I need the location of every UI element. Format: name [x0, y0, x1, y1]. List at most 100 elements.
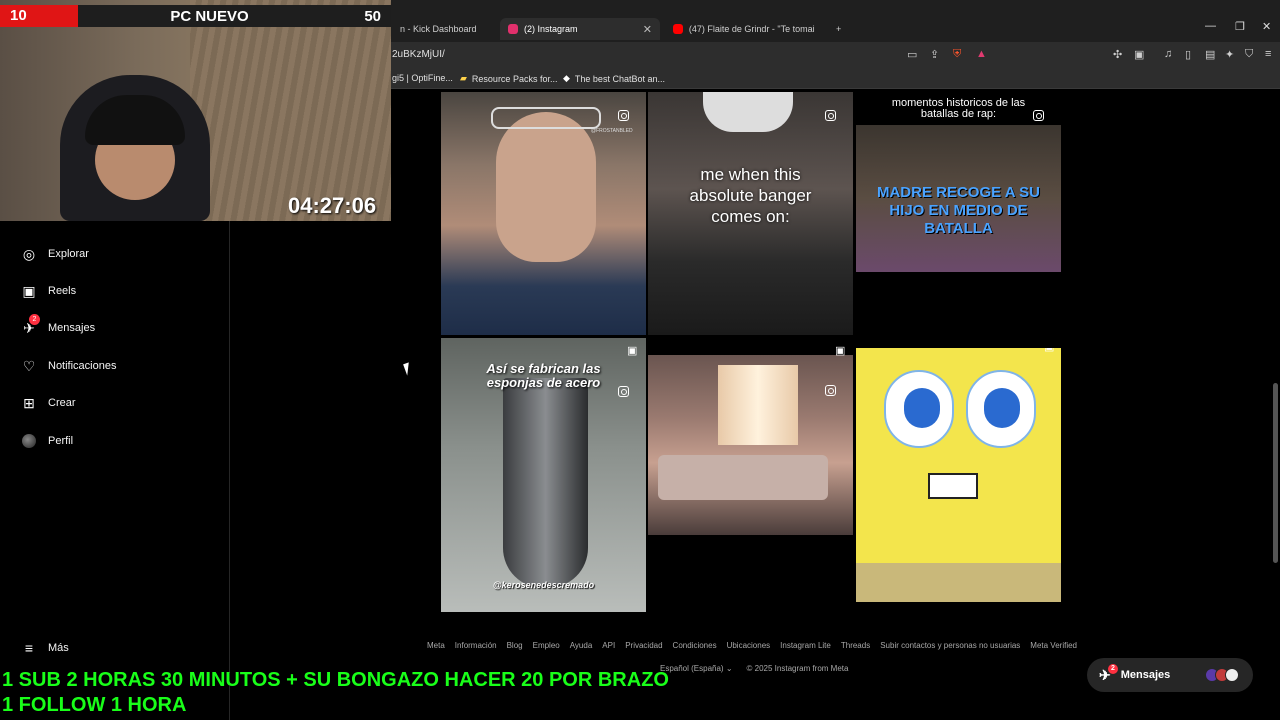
heart-icon: ♡ — [22, 357, 36, 374]
post-teeth — [928, 473, 978, 499]
minimize-icon[interactable]: — — [1205, 20, 1216, 32]
language-select[interactable]: Español (España) ⌄ — [660, 664, 733, 673]
sidebar-item-mensajes[interactable]: ✈ 2 Mensajes — [20, 314, 96, 337]
close-window-icon[interactable]: ✕ — [1262, 20, 1271, 33]
tab-label: (47) Flaite de Grindr - "Te tomai tu te — [688, 24, 817, 34]
score-right: 50 — [364, 7, 381, 25]
footer-link[interactable]: Privacidad — [625, 641, 662, 650]
footer-meta: Español (España) ⌄ © 2025 Instagram from… — [660, 664, 848, 673]
footer-link[interactable]: Meta — [427, 641, 445, 650]
sidebar-item-label: Perfil — [48, 435, 74, 447]
brave-rewards-icon[interactable]: ▲ — [976, 48, 987, 60]
plus-square-icon: ⊞ — [23, 394, 35, 411]
reels-icon: ▣ — [627, 345, 638, 357]
tab-label: (2) Instagram — [524, 24, 578, 34]
footer-link[interactable]: API — [602, 641, 615, 650]
post-bed — [658, 455, 828, 500]
instagram-icon — [825, 385, 836, 396]
bookmark-optifine[interactable]: gi5 | OptiFine... — [392, 73, 453, 83]
brave-shield-icon[interactable]: ⛨ — [953, 48, 961, 61]
post-face — [496, 112, 596, 262]
messages-pill-button[interactable]: ✈ 2 Mensajes — [1087, 658, 1253, 692]
sidebar-icon[interactable]: ▯ — [1185, 48, 1191, 61]
youtube-favicon-icon — [673, 24, 683, 34]
score-left: 10 — [0, 5, 78, 27]
sidebar-item-label: Notificaciones — [48, 360, 117, 372]
sidebar-item-label: Más — [48, 642, 69, 654]
instagram-icon — [1033, 110, 1044, 121]
footer-link[interactable]: Información — [455, 641, 497, 650]
sidebar-item-label: Reels — [48, 285, 77, 297]
bookmark-resource-packs[interactable]: ▰ Resource Packs for... — [460, 73, 557, 84]
footer-link[interactable]: Meta Verified — [1030, 641, 1077, 650]
extensions-icon[interactable]: ✣ — [1113, 48, 1122, 61]
instagram-icon — [825, 110, 836, 121]
footer-link[interactable]: Threads — [841, 641, 870, 650]
footer-link[interactable]: Instagram Lite — [780, 641, 831, 650]
instagram-favicon-icon — [508, 24, 518, 34]
copyright: © 2025 Instagram from Meta — [746, 664, 849, 673]
sidebar-item-crear[interactable]: ⊞ Crear — [20, 394, 75, 412]
share-icon[interactable]: ⇪ — [930, 48, 939, 61]
footer-link[interactable]: Blog — [507, 641, 523, 650]
tab-label: n - Kick Dashboard — [400, 24, 477, 34]
sidebar-item-perfil[interactable]: Perfil — [20, 432, 73, 450]
score-bar: 10 PC NUEVO 50 — [0, 5, 391, 27]
grid-post[interactable]: @FROSTANBLED — [441, 92, 646, 335]
post-caption-top: momentos historicos de las batallas de r… — [891, 97, 1026, 120]
wallet-icon[interactable]: ▤ — [1205, 48, 1215, 61]
leo-icon[interactable]: ✦ — [1225, 48, 1234, 61]
footer-link[interactable]: Empleo — [533, 641, 560, 650]
post-steel-cylinder — [503, 378, 588, 588]
footer-link[interactable]: Subir contactos y personas no usuarias — [880, 641, 1020, 650]
menu-icon[interactable]: ≡ — [1265, 48, 1271, 60]
instagram-sidebar: ◎ Explorar ▣ Reels ✈ 2 Mensajes ♡ Notific… — [0, 221, 230, 720]
post-caption: Así se fabrican las esponjas de acero — [486, 361, 601, 390]
grid-post[interactable]: Así se fabrican las esponjas de acero ▣ … — [441, 338, 646, 612]
folder-icon: ▰ — [460, 73, 467, 83]
page-scrollbar[interactable] — [1273, 383, 1278, 563]
footer-link[interactable]: Ubicaciones — [727, 641, 771, 650]
tab-kick-dashboard[interactable]: n - Kick Dashboard — [392, 18, 500, 40]
chevron-down-icon: ⌄ — [725, 664, 733, 673]
compass-icon: ◎ — [22, 245, 36, 262]
messages-pill-label: Mensajes — [1120, 669, 1171, 681]
sidebar-item-explorar[interactable]: ◎ Explorar — [20, 245, 89, 263]
tab-youtube[interactable]: (47) Flaite de Grindr - "Te tomai tu te — [665, 18, 825, 40]
stream-ticker-line1: 1 SUB 2 HORAS 30 MINUTOS + SU BONGAZO HA… — [2, 669, 669, 691]
post-watermark: @kerosenedescremado — [492, 580, 595, 590]
url-field[interactable]: 2uBKzMjUI/ — [392, 49, 445, 60]
avatar — [22, 434, 36, 448]
instagram-icon — [618, 386, 629, 397]
maximize-icon[interactable]: ❐ — [1235, 20, 1245, 33]
close-tab-icon[interactable]: ✕ — [643, 23, 652, 36]
grid-post[interactable]: me when this absolute banger comes on: — [648, 92, 853, 335]
notification-badge: 2 — [29, 314, 40, 325]
stream-ticker-line2: 1 FOLLOW 1 HORA — [2, 694, 187, 716]
notification-badge: 2 — [1108, 664, 1118, 674]
tab-search-icon[interactable]: ▣ — [1134, 48, 1144, 61]
tab-instagram[interactable]: (2) Instagram ✕ — [500, 18, 660, 40]
footer-links: Meta Información Blog Empleo Ayuda API P… — [427, 641, 1077, 650]
post-glasses — [491, 107, 601, 129]
grid-post[interactable] — [648, 355, 853, 535]
footer-link[interactable]: Condiciones — [673, 641, 717, 650]
music-icon[interactable]: ♫ — [1164, 48, 1172, 60]
mouse-cursor-icon — [403, 362, 413, 376]
sidebar-item-notificaciones[interactable]: ♡ Notificaciones — [20, 357, 117, 375]
post-person — [703, 92, 793, 132]
bookmark-chatbot[interactable]: ◆ The best ChatBot an... — [563, 73, 665, 84]
instagram-icon — [618, 110, 629, 121]
grid-post[interactable]: momentos historicos de las batallas de r… — [856, 92, 1061, 272]
vpn-icon[interactable]: ⛉ — [1245, 48, 1253, 61]
install-icon[interactable]: ▭ — [907, 48, 917, 61]
new-tab-button[interactable]: + — [828, 18, 849, 40]
sidebar-item-label: Explorar — [48, 248, 89, 260]
sidebar-item-reels[interactable]: ▣ Reels — [20, 282, 76, 300]
sidebar-item-label: Mensajes — [48, 322, 96, 334]
footer-link[interactable]: Ayuda — [570, 641, 593, 650]
reels-icon: ▣ — [1044, 348, 1054, 353]
sidebar-item-mas[interactable]: ≡ Más — [20, 639, 69, 657]
score-title: PC NUEVO — [170, 7, 249, 25]
grid-post[interactable]: ▣ — [856, 348, 1061, 602]
